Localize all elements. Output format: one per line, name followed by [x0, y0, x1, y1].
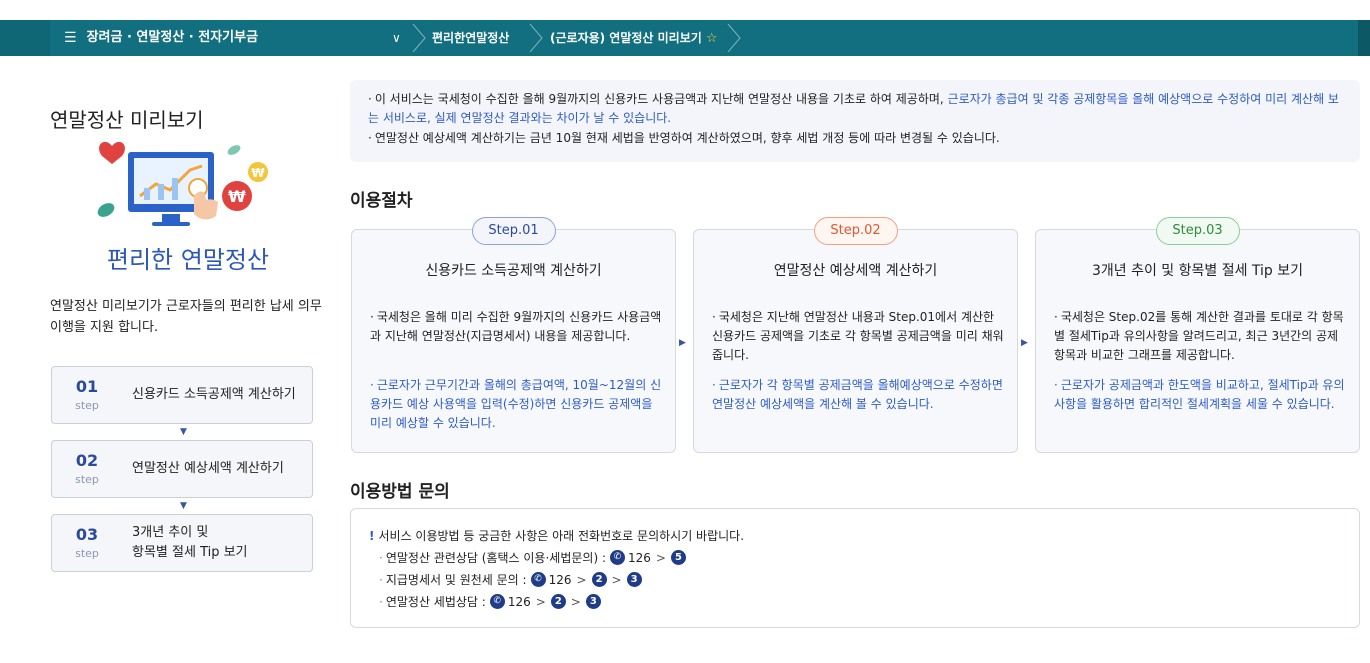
- card-body-1: · 국세청은 지난해 연말정산 내용과 Step.01에서 계산한 신용카드 공제…: [712, 310, 1004, 362]
- down-arrow-icon: ▼: [180, 501, 187, 511]
- phone-icon: ✆: [489, 594, 505, 609]
- inquiry-row: · 연말정산 세법상담 : ✆ 126 >2 >3: [379, 593, 601, 610]
- inquiry-lead: ! 서비스 이용방법 등 궁금한 사항은 아래 전화번호로 문의하시기 바랍니다.: [369, 527, 744, 544]
- step-pill: Step.01: [471, 217, 556, 245]
- sidebar-description: 연말정산 미리보기가 근로자들의 편리한 납세 의무 이행을 지원 합니다.: [50, 299, 322, 335]
- card-title: 연말정산 예상세액 계산하기: [773, 263, 938, 279]
- topbar-tail: [1358, 20, 1370, 56]
- svg-text:₩: ₩: [228, 187, 246, 206]
- right-arrow-icon: ▶: [679, 338, 686, 348]
- step-number: 03: [75, 525, 99, 544]
- notice-line-1: · 이 서비스는 국세청이 수집한 올해 9월까지의 신용카드 사용금액과 지난해…: [368, 92, 1339, 125]
- step-pill: Step.02: [813, 217, 898, 245]
- phone-number: 126: [628, 550, 651, 565]
- breadcrumb-separator-icon: [529, 24, 543, 52]
- topbar-lead: [0, 20, 50, 56]
- step-text: 신용카드 소득공제액 계산하기: [132, 387, 296, 402]
- sidebar-step-01[interactable]: 01 step 신용카드 소득공제액 계산하기: [51, 366, 313, 424]
- breadcrumb-menu-label: 장려금 · 연말정산 · 전자기부금: [86, 30, 259, 45]
- sidebar-step-02[interactable]: 02 step 연말정산 예상세액 계산하기: [51, 440, 313, 498]
- procedure-title: 이용절차: [350, 191, 413, 211]
- phone-number: 126: [507, 594, 531, 609]
- inquiry-box: ! 서비스 이용방법 등 궁금한 사항은 아래 전화번호로 문의하시기 바랍니다.…: [350, 508, 1360, 628]
- chevron-down-icon[interactable]: ∨: [392, 20, 401, 56]
- service-notice: · 이 서비스는 국세청이 수집한 올해 9월까지의 신용카드 사용금액과 지난해…: [350, 80, 1360, 162]
- notice-line-2-text: 연말정산 예상세액 계산하기는 금년 10월 현재 세법을 반영하여 계산하였으…: [374, 131, 1000, 145]
- breadcrumb-item-convenient[interactable]: 편리한연말정산: [432, 20, 509, 56]
- inquiry-lead-text: 서비스 이용방법 등 궁금한 사항은 아래 전화번호로 문의하시기 바랍니다.: [378, 529, 745, 543]
- card-title: 신용카드 소득공제액 계산하기: [425, 263, 602, 279]
- step-label: step: [75, 547, 99, 560]
- card-body-2: · 근로자가 각 항목별 공제금액을 올해예상액으로 수정하면 연말정산 예상세액…: [712, 378, 1003, 411]
- card-body-1: · 국세청은 올해 미리 수집한 9월까지의 신용카드 사용금액과 지난해 연말정…: [370, 310, 662, 343]
- sidebar-title: 연말정산 미리보기: [50, 108, 204, 132]
- breadcrumb-separator-icon: [412, 24, 426, 52]
- inquiry-row: · 지급명세서 및 원천세 문의 : ✆ 126 >2 >3: [379, 571, 642, 588]
- svg-text:₩: ₩: [251, 166, 265, 180]
- step-label: step: [75, 473, 99, 486]
- step-text: 3개년 추이 및항목별 절세 Tip 보기: [132, 515, 248, 571]
- procedure-card-step-03: Step.03 3개년 추이 및 항목별 절세 Tip 보기 · 국세청은 Ste…: [1035, 217, 1360, 453]
- menu-code-badge: 3: [626, 572, 642, 587]
- step-label: step: [75, 399, 99, 412]
- procedure-card-step-01: Step.01 신용카드 소득공제액 계산하기 · 국세청은 올해 미리 수집한 …: [351, 217, 676, 453]
- card-title: 3개년 추이 및 항목별 절세 Tip 보기: [1091, 263, 1304, 279]
- brand-title: 편리한 연말정산: [106, 246, 270, 274]
- step-text-line1: 3개년 추이 및: [132, 525, 209, 540]
- exclamation-icon: !: [369, 529, 375, 543]
- step-text-line2: 항목별 절세 Tip 보기: [132, 545, 248, 560]
- menu-code-badge: 2: [550, 594, 566, 609]
- hamburger-icon: ☰: [64, 30, 77, 46]
- step-number: 01: [75, 377, 99, 396]
- phone-number: 126: [548, 572, 572, 587]
- sidebar-step-03[interactable]: 03 step 3개년 추이 및항목별 절세 Tip 보기: [51, 514, 313, 572]
- breadcrumb-separator-icon: [727, 24, 741, 52]
- monitor-chart-illustration: ₩ ₩: [97, 141, 268, 226]
- step-number: 02: [75, 451, 99, 470]
- card-body-2: · 근로자가 근무기간과 올해의 총급여액, 10월~12월의 신용카드 예상 사…: [370, 378, 662, 430]
- notice-line-2: · 연말정산 예상세액 계산하기는 금년 10월 현재 세법을 반영하여 계산하였…: [368, 131, 1000, 145]
- menu-code-badge: 3: [585, 594, 601, 609]
- step-pill: Step.03: [1155, 217, 1240, 245]
- right-arrow-icon: ▶: [1021, 338, 1028, 348]
- procedure-card-step-02: Step.02 연말정산 예상세액 계산하기 · 국세청은 지난해 연말정산 내용…: [693, 217, 1018, 453]
- notice-line-1a: 이 서비스는 국세청이 수집한 올해 9월까지의 신용카드 사용금액과 지난해 …: [374, 92, 948, 106]
- star-icon[interactable]: ☆: [706, 31, 718, 46]
- breadcrumb-current-label: (근로자용) 연말정산 미리보기: [550, 31, 702, 45]
- breadcrumb-bar: ☰ 장려금 · 연말정산 · 전자기부금 ∨ 편리한연말정산 (근로자용) 연말…: [0, 20, 1370, 56]
- inquiry-title: 이용방법 문의: [350, 482, 450, 502]
- breadcrumb-item-current[interactable]: (근로자용) 연말정산 미리보기 ☆: [550, 20, 717, 56]
- menu-code-badge: 2: [591, 572, 607, 587]
- card-body-1: · 국세청은 Step.02를 통해 계산한 결과를 토대로 각 항목별 절세Ti…: [1054, 310, 1344, 362]
- phone-icon: ✆: [530, 572, 546, 587]
- down-arrow-icon: ▼: [180, 427, 187, 437]
- phone-icon: ✆: [610, 550, 625, 565]
- inquiry-row: · 연말정산 관련상담 (홈택스 이용·세법문의) : ✆ 126 >5: [379, 549, 686, 566]
- breadcrumb-menu[interactable]: ☰ 장려금 · 연말정산 · 전자기부금: [64, 20, 258, 56]
- menu-code-badge: 5: [670, 550, 686, 565]
- step-text: 연말정산 예상세액 계산하기: [132, 461, 284, 476]
- card-body-2: · 근로자가 공제금액과 한도액을 비교하고, 절세Tip과 유의사항을 활용하면…: [1054, 378, 1345, 411]
